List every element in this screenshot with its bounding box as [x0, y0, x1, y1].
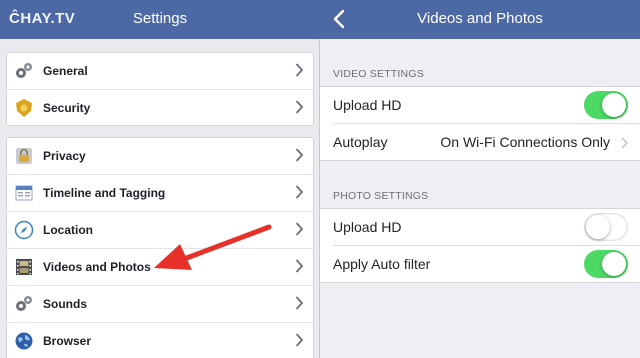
settings-item-general[interactable]: General	[7, 53, 313, 90]
photo-settings-header: PHOTO SETTINGS	[333, 190, 429, 202]
settings-item-label: General	[43, 64, 88, 78]
videos-photos-panel: Videos and Photos VIDEO SETTINGS Upload …	[320, 0, 640, 358]
chevron-right-icon	[295, 259, 304, 273]
videos-photos-header: Videos and Photos	[320, 0, 640, 39]
settings-item-security[interactable]: Security	[7, 90, 313, 127]
settings-group-account: General Security	[6, 52, 314, 126]
chevron-right-icon	[295, 296, 304, 310]
settings-item-label: Sounds	[43, 297, 87, 311]
settings-header: ĈHAY.TV Settings	[0, 0, 320, 39]
video-settings-group: Upload HD Autoplay On Wi-Fi Connections …	[320, 86, 640, 161]
page-title: Videos and Photos	[417, 10, 543, 27]
settings-item-label: Browser	[43, 334, 92, 348]
toggle-knob	[602, 252, 626, 276]
settings-panel: ĈHAY.TV Settings General Security Privac…	[0, 0, 320, 358]
photo-upload-hd-row: Upload HD	[320, 209, 640, 246]
video-upload-hd-toggle[interactable]	[584, 91, 628, 119]
chevron-right-icon	[295, 333, 304, 347]
settings-item-browser[interactable]: Browser	[7, 323, 313, 358]
row-label: Autoplay	[333, 134, 388, 150]
toggle-knob	[602, 93, 626, 117]
photo-upload-hd-toggle[interactable]	[584, 213, 628, 241]
settings-item-timeline[interactable]: Timeline and Tagging	[7, 175, 313, 212]
video-upload-hd-row: Upload HD	[320, 87, 640, 124]
chevron-right-icon	[295, 222, 304, 236]
row-label: Apply Auto filter	[333, 256, 431, 272]
settings-item-label: Videos and Photos	[43, 260, 151, 274]
settings-item-label: Location	[43, 223, 93, 237]
autoplay-row[interactable]: Autoplay On Wi-Fi Connections Only	[320, 123, 640, 161]
auto-filter-toggle[interactable]	[584, 250, 628, 278]
chevron-right-icon	[621, 137, 628, 149]
chevron-right-icon	[295, 100, 304, 114]
settings-group-preferences: Privacy Timeline and Tagging Location Vi…	[6, 137, 314, 358]
chevron-right-icon	[295, 63, 304, 77]
settings-item-label: Timeline and Tagging	[43, 186, 166, 200]
timeline-icon	[15, 185, 33, 201]
settings-item-label: Privacy	[43, 149, 86, 163]
row-label: Upload HD	[333, 97, 402, 113]
toggle-knob	[586, 215, 610, 239]
gears-icon	[16, 296, 32, 311]
compass-icon	[14, 220, 34, 240]
badge-icon	[16, 99, 32, 117]
settings-item-location[interactable]: Location	[7, 212, 313, 249]
settings-item-privacy[interactable]: Privacy	[7, 138, 313, 175]
gears-icon	[16, 63, 32, 78]
settings-item-sounds[interactable]: Sounds	[7, 286, 313, 323]
settings-item-videos-photos[interactable]: Videos and Photos	[7, 249, 313, 286]
chevron-right-icon	[295, 185, 304, 199]
chevron-right-icon	[295, 148, 304, 162]
settings-title: Settings	[132, 10, 188, 27]
film-icon	[16, 259, 32, 275]
lock-icon	[16, 148, 32, 164]
settings-item-label: Security	[43, 101, 91, 115]
row-label: Upload HD	[333, 219, 402, 235]
globe-icon	[15, 332, 33, 350]
photo-settings-group: Upload HD Apply Auto filter	[320, 208, 640, 283]
video-settings-header: VIDEO SETTINGS	[333, 68, 424, 80]
autoplay-value: On Wi-Fi Connections Only	[440, 134, 610, 150]
auto-filter-row: Apply Auto filter	[320, 245, 640, 283]
